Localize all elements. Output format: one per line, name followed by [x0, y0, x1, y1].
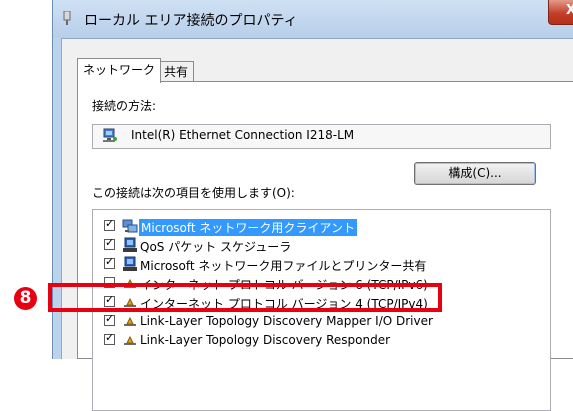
title-bar[interactable]: ローカル エリア接続のプロパティ X	[53, 0, 573, 38]
network-client-icon	[122, 219, 138, 233]
close-button[interactable]: X	[548, 0, 573, 25]
item-checkbox[interactable]	[104, 255, 115, 269]
step-highlight-box	[48, 283, 442, 312]
connect-using-label: 接続の方法:	[92, 99, 157, 113]
list-item[interactable]: QoS パケット スケジューラ	[93, 236, 533, 255]
tab-network[interactable]: ネットワーク	[77, 58, 162, 83]
adapter-box: Intel(R) Ethernet Connection I218-LM	[92, 124, 551, 149]
list-item[interactable]: Link-Layer Topology Discovery Mapper I/O…	[93, 312, 533, 331]
list-item[interactable]: Microsoft ネットワーク用クライアント	[93, 217, 533, 236]
item-checkbox[interactable]	[104, 236, 115, 250]
service-icon	[123, 237, 137, 252]
items-label: この接続は次の項目を使用します(O):	[92, 186, 295, 200]
item-label: Microsoft ネットワーク用ファイルとプリンター共有	[140, 259, 427, 273]
configure-button[interactable]: 構成(C)...	[414, 162, 536, 185]
list-item[interactable]: Microsoft ネットワーク用ファイルとプリンター共有	[93, 255, 533, 274]
item-label: QoS パケット スケジューラ	[140, 240, 292, 254]
item-checkbox[interactable]	[104, 217, 115, 231]
protocol-icon	[124, 335, 136, 345]
network-adapter-icon	[103, 128, 117, 142]
network-adapter-icon	[63, 11, 71, 25]
tab-panel-network: 接続の方法: Intel(R) Ethernet Connection I218…	[77, 81, 573, 411]
list-item[interactable]: Link-Layer Topology Discovery Responder	[93, 331, 533, 350]
item-label: Link-Layer Topology Discovery Mapper I/O…	[140, 314, 433, 328]
service-icon	[123, 256, 137, 271]
protocol-icon	[124, 316, 136, 326]
adapter-name: Intel(R) Ethernet Connection I218-LM	[131, 128, 355, 142]
item-checkbox[interactable]	[104, 312, 115, 326]
step-number-badge: 8	[14, 287, 37, 310]
tab-sharing[interactable]: 共有	[158, 61, 195, 82]
item-label: Microsoft ネットワーク用クライアント	[139, 219, 357, 236]
item-checkbox[interactable]	[104, 331, 115, 345]
item-label: Link-Layer Topology Discovery Responder	[140, 333, 391, 347]
window-title: ローカル エリア接続のプロパティ	[84, 13, 298, 29]
